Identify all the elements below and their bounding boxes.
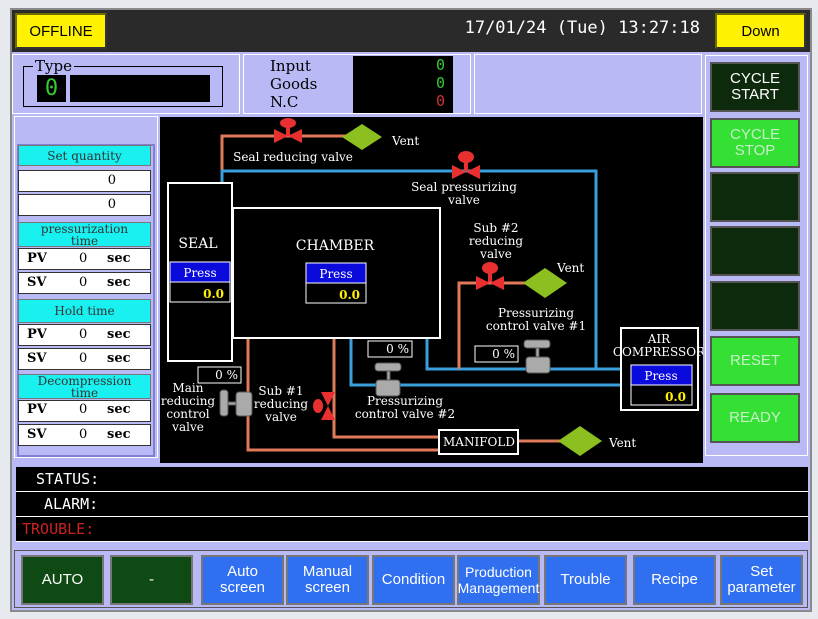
vent-label: Vent: [391, 134, 419, 148]
air-press-value: 0.0: [665, 390, 686, 404]
set-quantity-field-1[interactable]: 0: [18, 170, 151, 192]
decompression-pv-value: 0: [79, 402, 88, 417]
pcv2-open: 0 %: [386, 342, 409, 356]
nc-label: N.C: [270, 93, 299, 111]
chamber-press-value: 0.0: [339, 288, 360, 302]
recipe-button[interactable]: Recipe: [633, 555, 716, 605]
type-label: Type: [33, 57, 74, 75]
manifold-label: MANIFOLD: [443, 435, 515, 449]
svg-text:control: control: [166, 407, 209, 421]
goods-count: 0: [435, 74, 445, 92]
ready-button[interactable]: READY: [710, 393, 800, 443]
blank-button-3[interactable]: [710, 281, 800, 331]
pcv1-open: 0 %: [492, 347, 515, 361]
vent-label: Vent: [556, 261, 584, 275]
trouble-line: TROUBLE:: [16, 517, 808, 542]
process-diagram: 0 % 0 % 0 % Press Press Press 0.0 0.0 0.…: [160, 117, 703, 463]
decompression-sv-value: 0: [79, 427, 88, 442]
svg-text:reducing: reducing: [161, 394, 216, 408]
decompression-time-title: Decompression time: [18, 374, 151, 399]
dash-button[interactable]: -: [110, 555, 193, 605]
pressurization-time-title: pressurization time: [18, 222, 151, 247]
hold-pv-row: PV 0 sec: [18, 324, 151, 346]
pressurization-pv-value: 0: [79, 251, 88, 266]
main-reducing-open: 0 %: [215, 368, 238, 382]
set-parameter-button[interactable]: Set parameter: [720, 555, 803, 605]
auto-screen-button[interactable]: Auto screen: [201, 555, 284, 605]
pressurization-sv-value: 0: [79, 275, 88, 290]
pressurization-sv-row[interactable]: SV 0 sec: [18, 272, 151, 294]
svg-text:Pressurizing: Pressurizing: [367, 394, 443, 408]
trouble-button[interactable]: Trouble: [544, 555, 627, 605]
svg-text:Seal pressurizing: Seal pressurizing: [411, 180, 517, 194]
reset-button[interactable]: RESET: [710, 336, 800, 386]
svg-text:valve: valve: [264, 410, 297, 424]
production-management-button[interactable]: Production Management: [457, 555, 540, 605]
vent-label: Vent: [608, 436, 636, 450]
auto-mode-button[interactable]: AUTO: [21, 555, 104, 605]
cycle-stop-button[interactable]: CYCLE STOP: [710, 118, 800, 168]
main-reducing-control-valve-icon: [219, 389, 253, 417]
offline-button[interactable]: OFFLINE: [15, 13, 107, 49]
svg-text:valve: valve: [171, 420, 204, 434]
svg-text:Pressurizing: Pressurizing: [498, 306, 574, 320]
goods-label: Goods: [270, 75, 318, 93]
hold-sv-row[interactable]: SV 0 sec: [18, 348, 151, 370]
down-button[interactable]: Down: [715, 13, 806, 49]
type-number-field[interactable]: 0: [37, 75, 66, 102]
status-line: STATUS:: [16, 467, 808, 492]
nc-count: 0: [435, 92, 445, 110]
input-count: 0: [435, 56, 445, 74]
seal-label: SEAL: [178, 236, 217, 252]
cycle-start-button[interactable]: CYCLE START: [710, 62, 800, 112]
counts-panel: Input Goods N.C 0 0 0: [243, 54, 471, 114]
air-compressor-label-1: AIR: [647, 332, 671, 346]
svg-text:reducing: reducing: [254, 397, 309, 411]
air-press-label: Press: [644, 369, 677, 383]
chamber-press-label: Press: [319, 267, 352, 281]
type-panel: Type 0: [12, 54, 240, 114]
alarm-line: ALARM:: [16, 492, 808, 517]
blank-panel: [474, 54, 702, 114]
decompression-pv-row: PV 0 sec: [18, 400, 151, 422]
svg-text:control valve #1: control valve #1: [486, 319, 586, 333]
hold-time-title: Hold time: [18, 299, 151, 323]
svg-text:Main: Main: [172, 381, 203, 395]
datetime-display: 17/01/24 (Tue) 13:27:18: [464, 18, 700, 38]
set-quantity-title: Set quantity: [18, 145, 151, 166]
svg-text:control valve #2: control valve #2: [355, 407, 455, 421]
blank-button-2[interactable]: [710, 226, 800, 276]
decompression-sv-row[interactable]: SV 0 sec: [18, 424, 151, 446]
svg-text:reducing: reducing: [469, 234, 524, 248]
svg-text:valve: valve: [447, 193, 480, 207]
svg-text:valve: valve: [479, 247, 512, 261]
blank-button-1[interactable]: [710, 172, 800, 222]
type-name-field[interactable]: [70, 75, 210, 102]
seal-reducing-valve-label: Seal reducing valve: [233, 150, 353, 164]
manual-screen-button[interactable]: Manual screen: [286, 555, 369, 605]
chamber-label: CHAMBER: [296, 238, 375, 254]
air-compressor-label-2: COMPRESSOR: [613, 345, 703, 359]
svg-text:Sub #1: Sub #1: [258, 384, 303, 398]
seal-press-label: Press: [183, 266, 216, 280]
svg-text:Sub #2: Sub #2: [473, 221, 518, 235]
input-label: Input: [270, 57, 311, 75]
seal-press-value: 0.0: [203, 287, 224, 301]
pressurization-pv-row: PV 0 sec: [18, 248, 151, 270]
set-quantity-field-2[interactable]: 0: [18, 194, 151, 216]
hold-sv-value: 0: [79, 351, 88, 366]
hold-pv-value: 0: [79, 327, 88, 342]
condition-button[interactable]: Condition: [372, 555, 455, 605]
